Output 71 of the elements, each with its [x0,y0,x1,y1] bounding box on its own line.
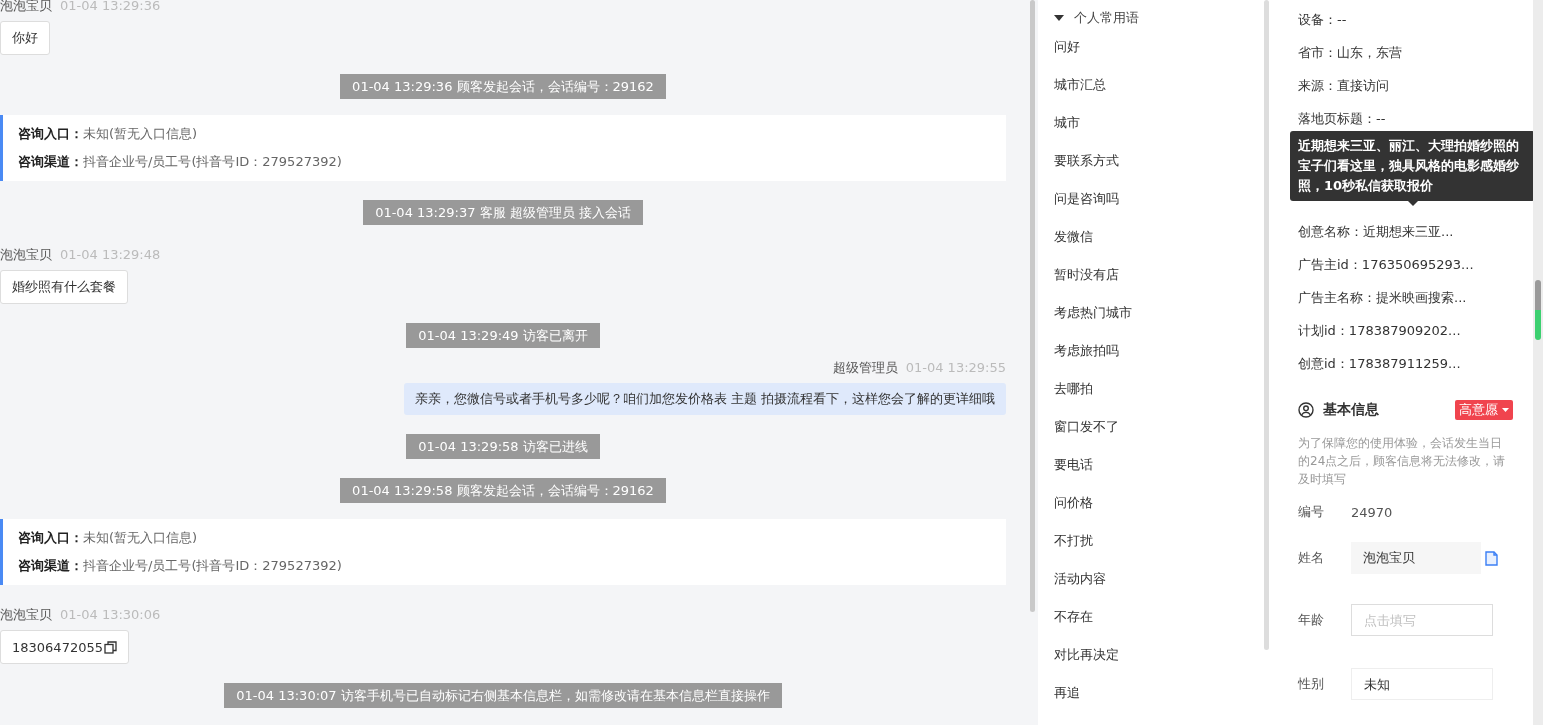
phrase-item[interactable]: 再追 [1054,674,1270,712]
phrase-item[interactable]: 问是咨询吗 [1054,180,1270,218]
system-notice: 01-04 13:29:58 访客已进线 [406,434,600,459]
phrase-item[interactable]: 城市 [1054,104,1270,142]
message-bubble: 你好 [0,21,50,55]
field-label: 性别 [1298,675,1325,693]
age-field[interactable]: 点击填写 [1351,604,1493,636]
message-time: 01-04 13:29:36 [60,0,161,13]
message-bubble: 18306472055 [0,630,129,664]
system-notice: 01-04 13:29:36 顾客发起会话，会话编号：29162 [340,74,666,99]
phrase-item[interactable]: 窗口发不了 [1054,408,1270,446]
field-label: 年龄 [1298,611,1325,629]
phrase-item[interactable]: 要电话 [1054,446,1270,484]
scrollbar[interactable] [1030,0,1035,612]
source-field: 广告主名称：提米映画搜索... [1298,281,1513,314]
info-value: 未知(暂无入口信息) [83,529,198,547]
caret-icon [1502,407,1509,413]
info-value: 抖音企业号/员工号(抖音号ID：279527392) [83,557,342,575]
phrase-item[interactable]: 去哪拍 [1054,370,1270,408]
sender-name: 超级管理员 [832,361,898,375]
system-notice: 01-04 13:29:58 顾客发起会话，会话编号：29162 [340,478,666,503]
sender-name: 泡泡宝贝 [0,248,52,262]
info-label: 咨询渠道： [18,153,83,171]
phrase-item[interactable]: 考虑旅拍吗 [1054,332,1270,370]
system-notice: 01-04 13:29:49 访客已离开 [406,323,600,348]
phrase-item[interactable]: 不存在 [1054,598,1270,636]
user-icon [1298,402,1314,418]
notice-text: 为了保障您的使用体验，会话发生当日的24点之后，顾客信息将无法修改，请及时填写 [1298,435,1507,488]
source-field: 创意id：178387911259... [1298,347,1513,380]
source-field: 来源：直接访问 [1298,69,1513,102]
source-field: 创意名称：近期想来三亚... [1298,215,1513,248]
phrase-item[interactable]: 活动内容 [1054,560,1270,598]
section-title: 基本信息 [1323,401,1379,419]
message-bubble: 亲亲，您微信号或者手机号多少呢？咱们加您发价格表 主题 拍摄流程看下，这样您会了解的更详细哦 [403,383,1006,415]
phrase-item[interactable]: 对比再决定 [1054,636,1270,674]
copy-icon[interactable] [104,640,117,654]
phrase-item[interactable]: 考虑热门城市 [1054,294,1270,332]
tooltip-arrow [1408,201,1418,206]
source-field: 省市：山东，东营 [1298,36,1513,69]
phrase-group[interactable]: 个人常用语 [1054,8,1270,28]
info-value: 未知(暂无入口信息) [83,125,198,143]
info-label: 咨询入口： [18,125,83,143]
scrollbar[interactable] [1264,0,1269,650]
phrase-item[interactable]: 要联系方式 [1054,142,1270,180]
field-value: 24970 [1351,504,1393,520]
phrase-item[interactable]: 城市汇总 [1054,66,1270,104]
source-field: 广告主id：176350695293... [1298,248,1513,281]
system-notice: 01-04 13:30:07 访客手机号已自动标记右侧基本信息栏，如需修改请在基本信息栏直接操作 [224,683,782,708]
message-time: 01-04 13:29:55 [905,361,1006,375]
scrollbar-thumb[interactable] [1535,280,1541,340]
sender-name: 泡泡宝贝 [0,608,52,622]
phrase-item[interactable]: 不打扰 [1054,522,1270,560]
phrase-item[interactable]: 问价格 [1054,484,1270,522]
caret-icon [1054,14,1064,22]
phrase-item[interactable]: 问好 [1054,28,1270,66]
system-notice: 01-04 13:29:37 客服 超级管理员 接入会话 [363,200,643,225]
message-time: 01-04 13:29:48 [60,248,161,262]
source-field: 计划id：178387909202... [1298,314,1513,347]
info-value: 抖音企业号/员工号(抖音号ID：279527392) [83,153,342,171]
name-field[interactable]: 泡泡宝贝 [1351,542,1481,574]
source-field: 设备：-- [1298,3,1513,36]
intent-dropdown[interactable]: 高意愿 [1455,400,1513,420]
phrase-item[interactable]: 暂时没有店 [1054,256,1270,294]
phrase-item[interactable]: 发微信 [1054,218,1270,256]
message-time: 01-04 13:30:06 [60,608,161,622]
gender-select[interactable]: 未知 [1351,668,1493,700]
info-label: 咨询渠道： [18,557,83,575]
message-bubble: 婚纱照有什么套餐 [0,270,128,304]
info-label: 咨询入口： [18,529,83,547]
field-label: 编号 [1298,503,1325,521]
field-label: 姓名 [1298,549,1325,567]
